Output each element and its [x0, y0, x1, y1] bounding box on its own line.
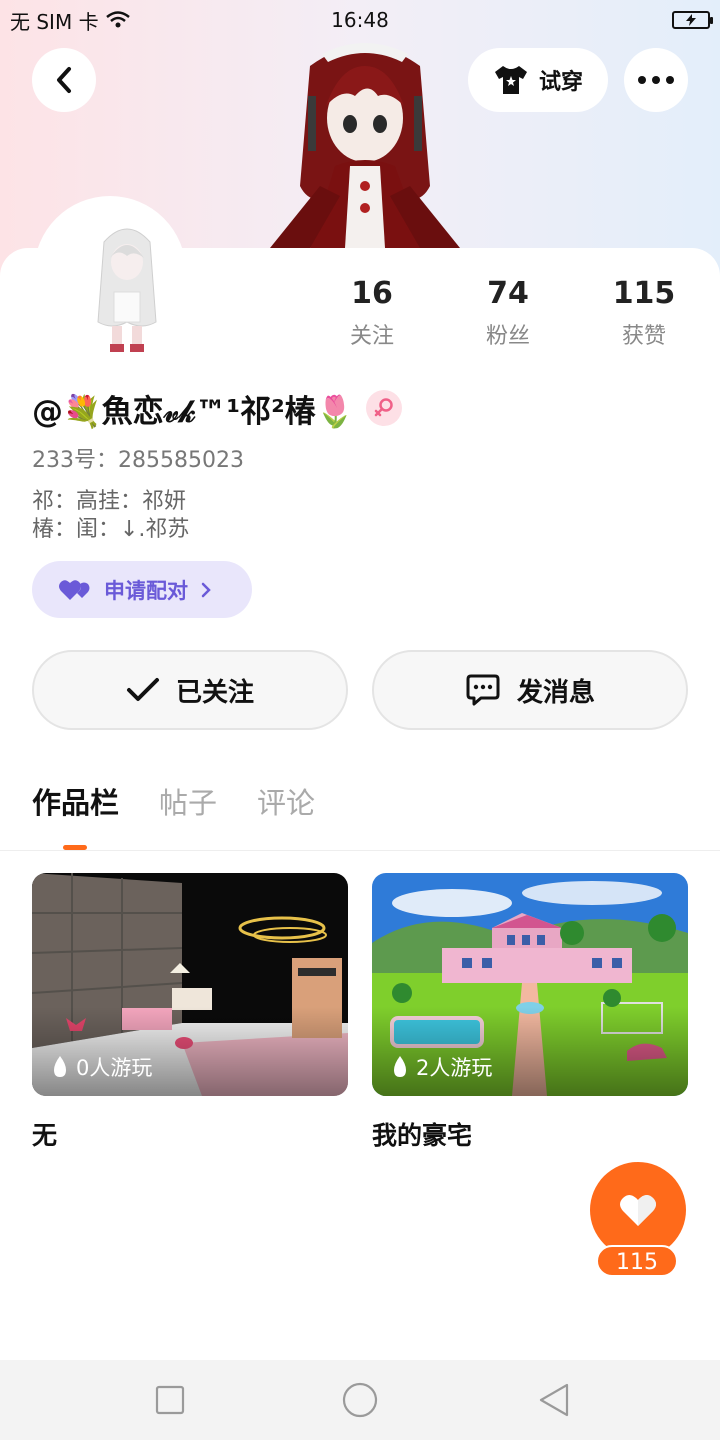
tab-works[interactable]: 作品栏 — [32, 780, 119, 840]
user-id: 233号：285585023 — [32, 448, 244, 473]
character-avatar-figure — [270, 43, 460, 248]
charging-bolt-icon — [686, 14, 696, 26]
square-icon — [155, 1385, 185, 1415]
more-dots-icon — [638, 76, 674, 84]
more-options-button[interactable] — [624, 48, 688, 112]
profile-stats: 16 关注 74 粉丝 115 获赞 — [300, 276, 720, 356]
heart-icon — [620, 1194, 656, 1226]
send-message-label: 发消息 — [516, 677, 595, 708]
stat-likes[interactable]: 115 获赞 — [584, 276, 704, 350]
chat-bubble-icon — [466, 674, 500, 706]
back-button[interactable] — [32, 48, 96, 112]
username: @💐魚恋𝓋𝓀™¹祁²椿🌷 — [32, 393, 355, 430]
username-row: @💐魚恋𝓋𝓀™¹祁²椿🌷 — [32, 384, 403, 432]
chevron-right-icon — [201, 582, 211, 597]
carrier-text: 无 SIM 卡 — [10, 9, 99, 34]
recents-button[interactable] — [150, 1380, 190, 1420]
work-title[interactable]: 我的豪宅 — [372, 1116, 688, 1152]
likes-count: 115 — [612, 276, 676, 311]
circle-icon — [342, 1382, 378, 1418]
following-button-label: 已关注 — [175, 677, 254, 708]
avatar[interactable] — [92, 222, 162, 354]
status-bar: 无 SIM 卡 16:48 — [0, 0, 720, 40]
bio-line: 祁：高挂：祁妍 — [32, 489, 187, 514]
work-thumbnail[interactable]: 2人游玩 — [372, 873, 688, 1096]
flame-icon — [54, 1056, 66, 1077]
followers-label: 粉丝 — [485, 324, 530, 349]
home-button[interactable] — [340, 1380, 380, 1420]
request-pair-label: 申请配对 — [104, 578, 188, 603]
request-pair-button[interactable]: 申请配对 — [32, 561, 252, 618]
stat-followers[interactable]: 74 粉丝 — [448, 276, 568, 350]
work-card[interactable]: 2人游玩 我的豪宅 — [372, 873, 688, 1152]
following-count: 16 — [351, 276, 393, 311]
play-count-text: 2人游玩 — [416, 1056, 493, 1080]
play-count: 0人游玩 — [50, 1052, 152, 1082]
wifi-icon — [105, 11, 130, 28]
active-tab-indicator — [63, 845, 87, 850]
tab-comments[interactable]: 评论 — [257, 780, 315, 840]
tabs-divider — [0, 850, 720, 851]
like-count: 115 — [596, 1245, 678, 1277]
bio-line: 椿：闺：↓.祁苏 — [32, 517, 190, 542]
battery-icon — [672, 11, 713, 29]
double-heart-icon — [59, 579, 90, 600]
try-on-button[interactable]: 试穿 — [468, 48, 608, 112]
check-icon — [126, 678, 159, 701]
work-title[interactable]: 无 — [32, 1116, 348, 1152]
like-button[interactable] — [590, 1162, 686, 1258]
following-label: 关注 — [349, 324, 394, 349]
female-gender-icon — [366, 390, 403, 426]
stat-following[interactable]: 16 关注 — [312, 276, 432, 350]
work-card[interactable]: 0人游玩 无 — [32, 873, 348, 1152]
try-on-label: 试穿 — [538, 70, 583, 95]
send-message-button[interactable]: 发消息 — [372, 650, 688, 730]
following-button[interactable]: 已关注 — [32, 650, 348, 730]
play-count: 2人游玩 — [390, 1052, 492, 1082]
flame-icon — [394, 1056, 406, 1077]
back-nav-button[interactable] — [534, 1380, 574, 1420]
system-nav-bar — [0, 1360, 720, 1440]
tab-posts[interactable]: 帖子 — [159, 780, 217, 840]
chevron-left-icon — [57, 67, 71, 93]
likes-label: 获赞 — [621, 324, 666, 349]
bio: 祁：高挂：祁妍 椿：闺：↓.祁苏 — [32, 488, 189, 544]
followers-count: 74 — [487, 276, 529, 311]
work-thumbnail[interactable]: 0人游玩 — [32, 873, 348, 1096]
play-count-text: 0人游玩 — [76, 1056, 153, 1080]
content-tabs: 作品栏 帖子 评论 — [32, 780, 315, 850]
tshirt-icon — [494, 66, 527, 94]
triangle-back-icon — [539, 1383, 569, 1417]
